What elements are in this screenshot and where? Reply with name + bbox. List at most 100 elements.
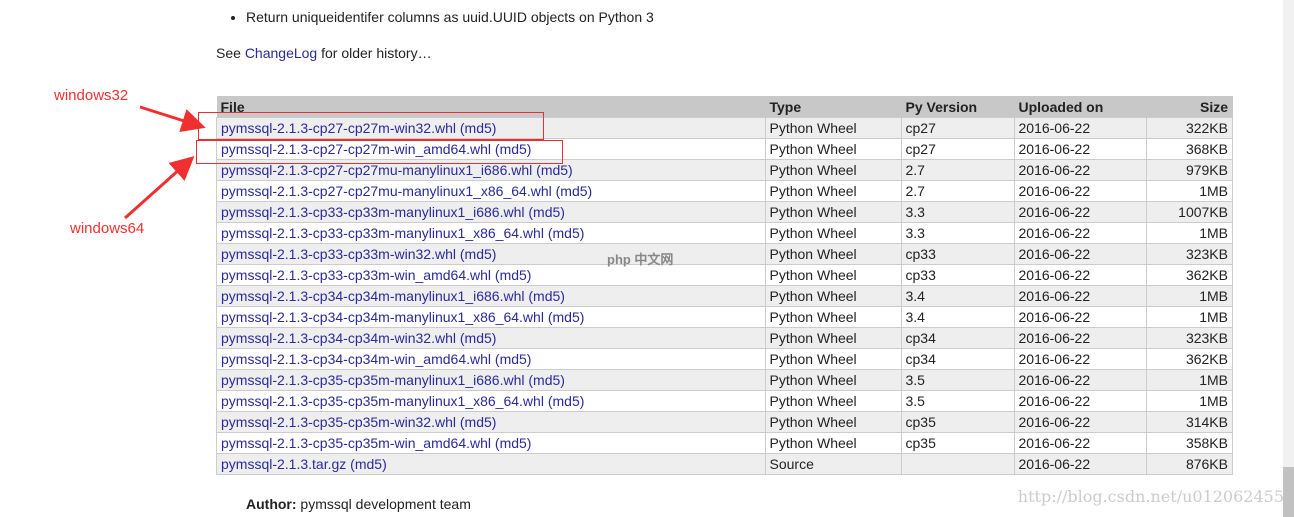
cell-uploaded: 2016-06-22 xyxy=(1013,201,1147,223)
cell-pyversion: cp35 xyxy=(900,432,1015,454)
file-link[interactable]: pymssql-2.1.3-cp34-cp34m-win_amd64.whl xyxy=(221,351,491,367)
cell-pyversion: 3.5 xyxy=(900,390,1015,412)
table-row: pymssql-2.1.3-cp34-cp34m-manylinux1_x86_… xyxy=(216,306,1233,328)
cell-pyversion: 2.7 xyxy=(900,159,1015,181)
cell-size: 322KB xyxy=(1145,117,1233,139)
table-row: pymssql-2.1.3-cp33-cp33m-win32.whl (md5)… xyxy=(216,243,1233,265)
cell-uploaded: 2016-06-22 xyxy=(1013,411,1147,433)
file-link[interactable]: pymssql-2.1.3-cp35-cp35m-win_amd64.whl xyxy=(221,435,491,451)
file-link[interactable]: pymssql-2.1.3-cp27-cp27mu-manylinux1_i68… xyxy=(221,162,532,178)
author-label: Author: xyxy=(246,496,297,512)
cell-type: Python Wheel xyxy=(764,432,902,454)
cell-type: Python Wheel xyxy=(764,138,902,160)
table-row: pymssql-2.1.3-cp35-cp35m-manylinux1_x86_… xyxy=(216,390,1233,412)
cell-pyversion: 3.3 xyxy=(900,201,1015,223)
release-notes: Return uniqueidentifer columns as uuid.U… xyxy=(228,8,654,26)
file-link[interactable]: pymssql-2.1.3-cp34-cp34m-manylinux1_x86_… xyxy=(221,309,544,325)
cell-file: pymssql-2.1.3-cp34-cp34m-manylinux1_i686… xyxy=(216,285,766,307)
cell-uploaded: 2016-06-22 xyxy=(1013,432,1147,454)
md5-link[interactable]: (md5) xyxy=(528,204,565,220)
cell-type: Python Wheel xyxy=(764,201,902,223)
watermark: http://blog.csdn.net/u012062455 xyxy=(1017,487,1284,506)
author-line: Author: pymssql development team xyxy=(246,496,471,512)
file-link[interactable]: pymssql-2.1.3.tar.gz xyxy=(221,456,346,472)
col-uploaded: Uploaded on xyxy=(1014,96,1147,118)
cell-uploaded: 2016-06-22 xyxy=(1013,306,1147,328)
md5-link[interactable]: (md5) xyxy=(548,225,585,241)
file-link[interactable]: pymssql-2.1.3-cp33-cp33m-manylinux1_i686… xyxy=(221,204,524,220)
cell-size: 323KB xyxy=(1145,327,1233,349)
file-link[interactable]: pymssql-2.1.3-cp34-cp34m-manylinux1_i686… xyxy=(221,288,524,304)
cell-size: 1MB xyxy=(1145,285,1233,307)
cell-size: 1MB xyxy=(1145,306,1233,328)
file-link[interactable]: pymssql-2.1.3-cp35-cp35m-win32.whl xyxy=(221,414,456,430)
cell-type: Python Wheel xyxy=(764,285,902,307)
cell-uploaded: 2016-06-22 xyxy=(1013,222,1147,244)
scrollbar[interactable] xyxy=(1283,0,1294,517)
scrollbar-thumb[interactable] xyxy=(1283,467,1294,517)
cell-file: pymssql-2.1.3-cp27-cp27mu-manylinux1_x86… xyxy=(216,180,766,202)
cell-file: pymssql-2.1.3.tar.gz (md5) xyxy=(216,453,766,475)
file-link[interactable]: pymssql-2.1.3-cp34-cp34m-win32.whl xyxy=(221,330,456,346)
md5-link[interactable]: (md5) xyxy=(556,183,593,199)
cell-uploaded: 2016-06-22 xyxy=(1013,159,1147,181)
file-link[interactable]: pymssql-2.1.3-cp27-cp27mu-manylinux1_x86… xyxy=(221,183,552,199)
md5-link[interactable]: (md5) xyxy=(495,435,532,451)
cell-pyversion: cp34 xyxy=(900,327,1015,349)
cell-uploaded: 2016-06-22 xyxy=(1013,369,1147,391)
cell-size: 1MB xyxy=(1145,180,1233,202)
cell-file: pymssql-2.1.3-cp35-cp35m-manylinux1_i686… xyxy=(216,369,766,391)
md5-link[interactable]: (md5) xyxy=(548,393,585,409)
file-link[interactable]: pymssql-2.1.3-cp35-cp35m-manylinux1_i686… xyxy=(221,372,524,388)
md5-link[interactable]: (md5) xyxy=(528,288,565,304)
file-link[interactable]: pymssql-2.1.3-cp33-cp33m-manylinux1_x86_… xyxy=(221,225,544,241)
cell-size: 362KB xyxy=(1145,348,1233,370)
file-link[interactable]: pymssql-2.1.3-cp33-cp33m-win_amd64.whl xyxy=(221,267,491,283)
md5-link[interactable]: (md5) xyxy=(460,246,497,262)
cell-type: Python Wheel xyxy=(764,264,902,286)
note-item: Return uniqueidentifer columns as uuid.U… xyxy=(246,8,654,26)
arrow-icon xyxy=(139,105,206,133)
cell-pyversion: cp33 xyxy=(900,243,1015,265)
md5-link[interactable]: (md5) xyxy=(495,351,532,367)
cell-type: Python Wheel xyxy=(764,348,902,370)
table-row: pymssql-2.1.3-cp35-cp35m-manylinux1_i686… xyxy=(216,369,1233,391)
table-row: pymssql-2.1.3-cp33-cp33m-manylinux1_x86_… xyxy=(216,222,1233,244)
md5-link[interactable]: (md5) xyxy=(460,414,497,430)
cell-uploaded: 2016-06-22 xyxy=(1013,285,1147,307)
table-row: pymssql-2.1.3-cp35-cp35m-win32.whl (md5)… xyxy=(216,411,1233,433)
md5-link[interactable]: (md5) xyxy=(548,309,585,325)
cell-size: 979KB xyxy=(1145,159,1233,181)
cell-pyversion: cp33 xyxy=(900,264,1015,286)
cell-size: 368KB xyxy=(1145,138,1233,160)
md5-link[interactable]: (md5) xyxy=(536,162,573,178)
cell-type: Python Wheel xyxy=(764,159,902,181)
table-row: pymssql-2.1.3-cp35-cp35m-win_amd64.whl (… xyxy=(216,432,1233,454)
cell-size: 1MB xyxy=(1145,369,1233,391)
cell-file: pymssql-2.1.3-cp35-cp35m-win_amd64.whl (… xyxy=(216,432,766,454)
cell-pyversion: cp34 xyxy=(900,348,1015,370)
md5-link[interactable]: (md5) xyxy=(460,330,497,346)
cell-file: pymssql-2.1.3-cp35-cp35m-manylinux1_x86_… xyxy=(216,390,766,412)
cell-size: 362KB xyxy=(1145,264,1233,286)
file-link[interactable]: pymssql-2.1.3-cp33-cp33m-win32.whl xyxy=(221,246,456,262)
table-row: pymssql-2.1.3-cp27-cp27mu-manylinux1_x86… xyxy=(216,180,1233,202)
cell-type: Python Wheel xyxy=(764,306,902,328)
php-logo: php 中文网 xyxy=(607,252,674,267)
cell-pyversion: cp35 xyxy=(900,411,1015,433)
cell-pyversion: 3.4 xyxy=(900,285,1015,307)
cell-type: Source xyxy=(764,453,902,475)
md5-link[interactable]: (md5) xyxy=(495,267,532,283)
cell-file: pymssql-2.1.3-cp35-cp35m-win32.whl (md5) xyxy=(216,411,766,433)
file-link[interactable]: pymssql-2.1.3-cp35-cp35m-manylinux1_x86_… xyxy=(221,393,544,409)
md5-link[interactable]: (md5) xyxy=(350,456,387,472)
cell-uploaded: 2016-06-22 xyxy=(1013,327,1147,349)
cell-type: Python Wheel xyxy=(764,369,902,391)
cell-file: pymssql-2.1.3-cp34-cp34m-win_amd64.whl (… xyxy=(216,348,766,370)
cell-uploaded: 2016-06-22 xyxy=(1013,264,1147,286)
arrow-icon xyxy=(124,156,195,220)
cell-type: Python Wheel xyxy=(764,243,902,265)
cell-type: Python Wheel xyxy=(764,180,902,202)
cell-type: Python Wheel xyxy=(764,390,902,412)
md5-link[interactable]: (md5) xyxy=(528,372,565,388)
